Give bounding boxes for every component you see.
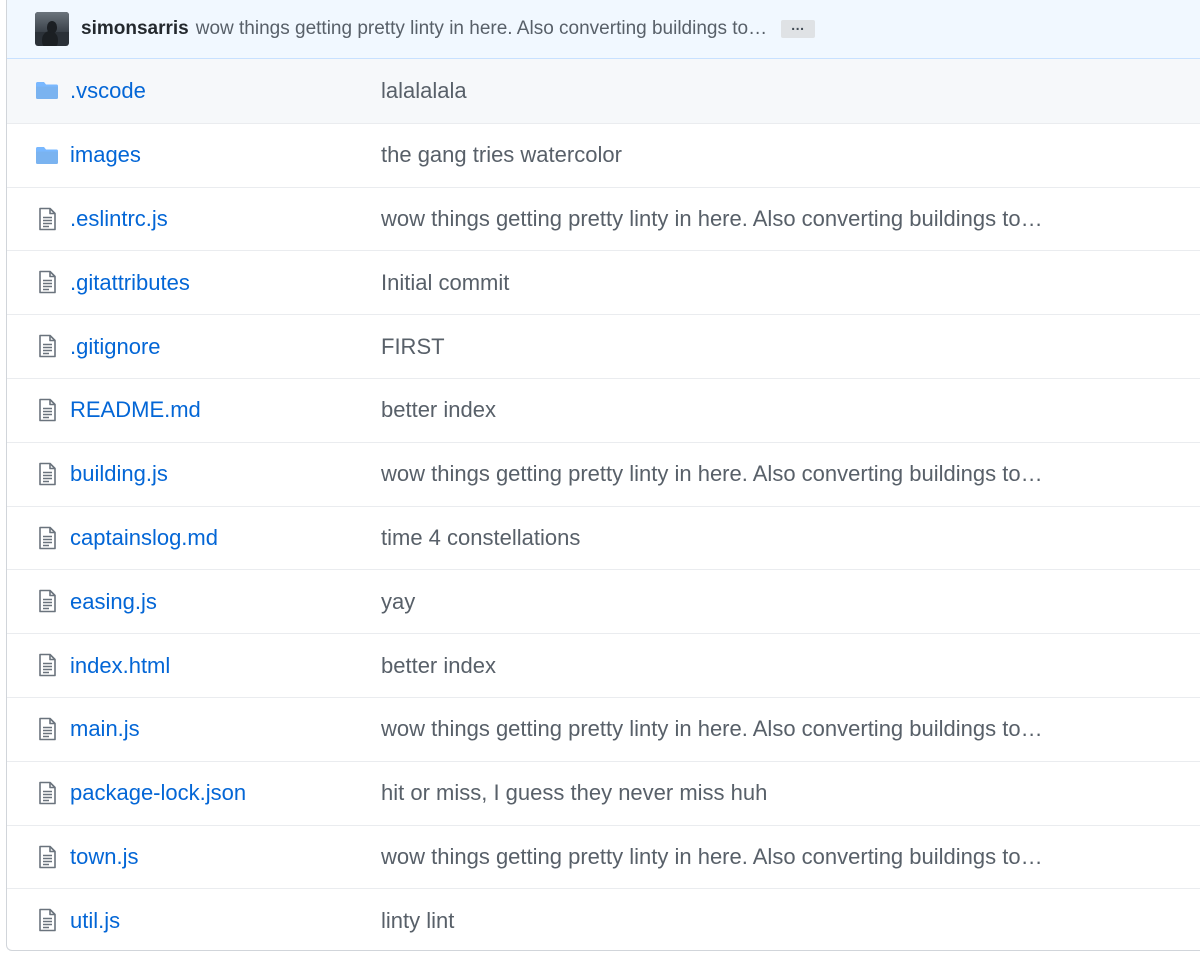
commit-message-link[interactable]: wow things getting pretty linty in here.… <box>381 844 1043 870</box>
file-text-icon <box>37 207 61 230</box>
file-text-icon <box>37 845 61 868</box>
commit-message-link[interactable]: linty lint <box>381 908 454 934</box>
folder-icon <box>35 145 59 167</box>
file-text-icon <box>37 908 61 932</box>
commit-message-link[interactable]: lalalalala <box>381 78 467 104</box>
file-name-link[interactable]: package-lock.json <box>70 780 246 806</box>
avatar[interactable] <box>35 11 69 46</box>
file-name-link[interactable]: README.md <box>70 397 201 423</box>
commit-message-link[interactable]: FIRST <box>381 334 445 360</box>
commit-message-link[interactable]: wow things getting pretty linty in here.… <box>381 206 1043 232</box>
commit-author[interactable]: simonsarris <box>81 18 189 40</box>
file-browser: simonsarris wow things getting pretty li… <box>6 0 1200 951</box>
file-row[interactable]: town.js wow things getting pretty linty i… <box>7 824 1200 889</box>
file-row[interactable]: captainslog.md time 4 constellations <box>7 505 1200 570</box>
file-row[interactable]: .vscode lalalalala <box>7 59 1200 123</box>
file-row[interactable]: building.js wow things getting pretty lin… <box>7 441 1200 506</box>
file-row[interactable]: util.js linty lint <box>7 888 1200 950</box>
file-text-icon <box>37 717 61 741</box>
file-row[interactable]: .gitattributes Initial commit <box>7 250 1200 314</box>
file-text-icon <box>37 781 61 805</box>
file-name-link[interactable]: images <box>70 142 141 168</box>
file-text-icon <box>37 270 61 294</box>
commit-message-link[interactable]: the gang tries watercolor <box>381 142 622 168</box>
file-text-icon <box>37 526 61 549</box>
file-text-icon <box>37 589 61 613</box>
commit-message-link[interactable]: Initial commit <box>381 270 509 296</box>
file-name-link[interactable]: .eslintrc.js <box>70 206 168 232</box>
file-text-icon <box>37 653 61 677</box>
commit-message[interactable]: wow things getting pretty linty in here.… <box>196 18 767 40</box>
file-row[interactable]: .gitignore FIRST <box>7 314 1200 378</box>
file-name-link[interactable]: building.js <box>70 461 168 487</box>
commit-message-link[interactable]: yay <box>381 589 415 615</box>
commit-message-link[interactable]: better index <box>381 653 496 679</box>
file-row[interactable]: package-lock.json hit or miss, I guess th… <box>7 760 1200 825</box>
file-row[interactable]: index.html better index <box>7 633 1200 697</box>
file-name-link[interactable]: .vscode <box>70 78 146 104</box>
file-text-icon <box>37 462 61 486</box>
file-row[interactable]: README.md better index <box>7 377 1200 442</box>
file-row[interactable]: main.js wow things getting pretty linty i… <box>7 696 1200 761</box>
file-text-icon <box>37 334 61 358</box>
file-name-link[interactable]: town.js <box>70 844 138 870</box>
folder-icon <box>35 80 59 102</box>
commit-message-link[interactable]: wow things getting pretty linty in here.… <box>381 716 1043 742</box>
latest-commit-bar: simonsarris wow things getting pretty li… <box>7 0 1200 59</box>
expand-commit-button[interactable]: … <box>781 18 816 38</box>
file-row[interactable]: images the gang tries watercolor <box>7 122 1200 187</box>
file-name-link[interactable]: captainslog.md <box>70 525 218 551</box>
file-name-link[interactable]: main.js <box>70 716 140 742</box>
file-name-link[interactable]: easing.js <box>70 589 157 615</box>
file-row[interactable]: .eslintrc.js wow things getting pretty li… <box>7 186 1200 251</box>
commit-message-link[interactable]: better index <box>381 397 496 423</box>
commit-message-link[interactable]: time 4 constellations <box>381 525 580 551</box>
commit-message-link[interactable]: wow things getting pretty linty in here.… <box>381 461 1043 487</box>
commit-message-link[interactable]: hit or miss, I guess they never miss huh <box>381 780 767 806</box>
file-text-icon <box>37 398 61 422</box>
file-name-link[interactable]: util.js <box>70 908 120 934</box>
file-name-link[interactable]: .gitignore <box>70 334 161 360</box>
file-row[interactable]: easing.js yay <box>7 569 1200 633</box>
file-name-link[interactable]: .gitattributes <box>70 270 190 296</box>
file-list: .vscode lalalalala images the gang tries wa… <box>7 59 1200 950</box>
file-name-link[interactable]: index.html <box>70 653 170 679</box>
